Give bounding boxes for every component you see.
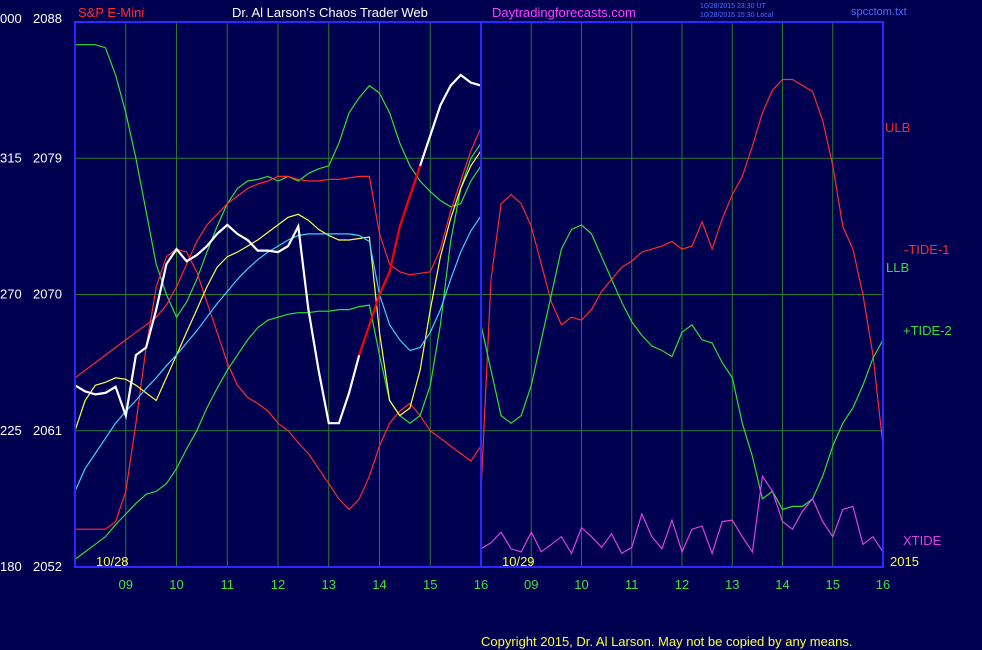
- x-tick-day1-0: 09: [119, 577, 133, 592]
- y-tick-right-0: 2088: [33, 11, 62, 26]
- site-link[interactable]: Daytradingforecasts.com: [492, 5, 636, 20]
- x-tick-day2-7: 16: [876, 577, 890, 592]
- x-tick-day1-1: 10: [169, 577, 183, 592]
- annotation--tide-1: -TIDE-1: [904, 242, 950, 257]
- date-label-1: 10/29: [502, 554, 535, 569]
- y-tick-left-0: 000: [0, 11, 22, 26]
- page-title: Dr. Al Larson's Chaos Trader Web: [232, 5, 428, 20]
- y-tick-right-4: 2052: [33, 559, 62, 574]
- y-tick-right-3: 2061: [33, 423, 62, 438]
- x-tick-day2-5: 14: [775, 577, 789, 592]
- x-tick-day1-7: 16: [474, 577, 488, 592]
- date-label-2: 2015: [890, 554, 919, 569]
- x-tick-day2-2: 11: [625, 577, 639, 592]
- data-filename: spcctom.txt: [851, 6, 907, 18]
- y-tick-right-2: 2070: [33, 287, 62, 302]
- y-tick-left-1: 315: [0, 150, 22, 165]
- x-tick-day1-5: 14: [372, 577, 386, 592]
- chart-background: [0, 0, 982, 650]
- x-tick-day2-6: 15: [826, 577, 840, 592]
- x-tick-day2-4: 13: [725, 577, 739, 592]
- annotation-xtide: XTIDE: [903, 533, 942, 548]
- y-tick-left-2: 270: [0, 287, 22, 302]
- timestamp-local: 10/28/2015 15:30 Local: [700, 12, 774, 19]
- x-tick-day1-3: 12: [271, 577, 285, 592]
- chart-svg: S&P E-Mini Dr. Al Larson's Chaos Trader …: [0, 0, 982, 650]
- annotation-ulb: ULB: [885, 120, 910, 135]
- instrument-label: S&P E-Mini: [78, 5, 144, 20]
- x-tick-day2-0: 09: [524, 577, 538, 592]
- timestamp-ut: 10/28/2015 23:30 UT: [700, 3, 766, 10]
- annotation--tide-2: +TIDE-2: [903, 323, 952, 338]
- x-tick-day2-1: 10: [574, 577, 588, 592]
- x-tick-day1-4: 13: [322, 577, 336, 592]
- y-tick-left-4: 180: [0, 559, 22, 574]
- y-tick-left-3: 225: [0, 423, 22, 438]
- x-tick-day2-3: 12: [675, 577, 689, 592]
- copyright-notice: Copyright 2015, Dr. Al Larson. May not b…: [481, 634, 852, 649]
- y-tick-right-1: 2079: [33, 150, 62, 165]
- annotation-llb: LLB: [886, 260, 909, 275]
- x-tick-day1-2: 11: [221, 577, 235, 592]
- date-label-0: 10/28: [96, 554, 129, 569]
- x-tick-day1-6: 15: [423, 577, 437, 592]
